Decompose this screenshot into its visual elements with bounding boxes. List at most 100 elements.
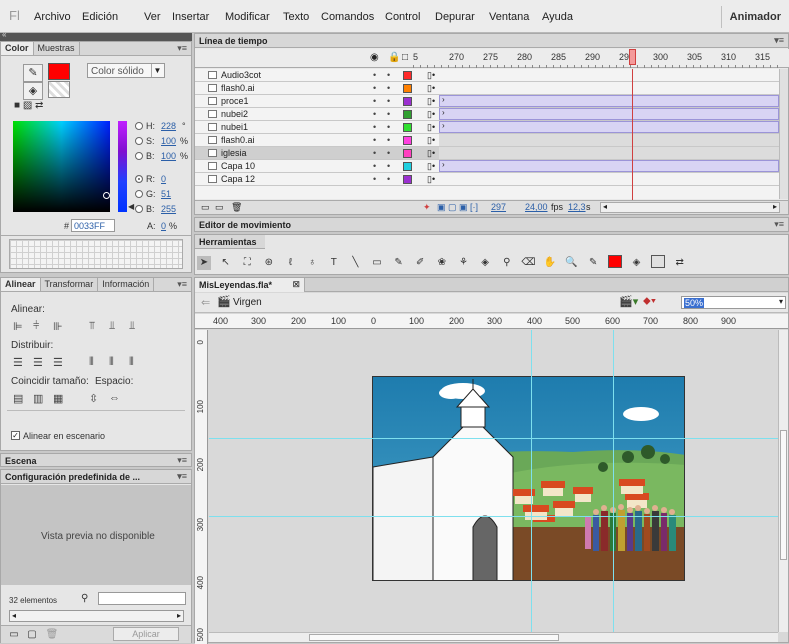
panel-menu-icon[interactable]: ▾≡ bbox=[177, 471, 187, 482]
panel-menu-icon[interactable]: ▾≡ bbox=[177, 43, 187, 54]
bone-tool-icon[interactable]: ⚘ bbox=[457, 256, 471, 270]
lock-dot[interactable]: • bbox=[387, 83, 390, 93]
3d-rotate-tool-icon[interactable]: ⊛ bbox=[262, 256, 276, 270]
brush-tool-icon[interactable]: ✐ bbox=[413, 256, 427, 270]
swap-default-icons[interactable]: ■ ▨ ⇄ bbox=[14, 100, 43, 111]
visibility-dot[interactable]: • bbox=[373, 174, 376, 184]
fill-bucket-icon[interactable]: ◈ bbox=[23, 82, 43, 100]
scroll-left-icon[interactable]: ◂ bbox=[603, 202, 607, 211]
guide-vertical[interactable] bbox=[613, 330, 614, 632]
layer-name[interactable]: Capa 12 bbox=[221, 174, 255, 184]
guide-horizontal[interactable] bbox=[209, 516, 778, 517]
layer-name[interactable]: iglesia bbox=[221, 148, 247, 158]
align-left-icon[interactable]: ⊫ bbox=[13, 320, 23, 333]
scene-name[interactable]: Virgen bbox=[233, 297, 262, 308]
frame-span[interactable] bbox=[439, 134, 779, 146]
hue-slider-handle[interactable]: ◀ bbox=[128, 202, 134, 211]
layer-name[interactable]: flash0.ai bbox=[221, 83, 255, 93]
layer-outline-color[interactable] bbox=[403, 123, 412, 132]
preset-hscrollbar[interactable]: ◂ ▸ bbox=[9, 610, 184, 622]
fill-type-select[interactable]: Color sólido ▼ bbox=[87, 63, 165, 78]
menu-archivo[interactable]: Archivo bbox=[34, 11, 71, 23]
stroke-color-swatch[interactable] bbox=[607, 255, 622, 269]
distribute-center-v-icon[interactable]: ☰ bbox=[33, 356, 43, 369]
lock-icon[interactable]: 🔒 bbox=[388, 52, 400, 63]
tab-alinear[interactable]: Alinear bbox=[1, 278, 41, 291]
tab-transformar[interactable]: Transformar bbox=[41, 278, 99, 291]
lock-dot[interactable]: • bbox=[387, 96, 390, 106]
visibility-dot[interactable]: • bbox=[373, 109, 376, 119]
align-top-icon[interactable]: ⫪ bbox=[89, 320, 95, 333]
new-folder-icon[interactable]: ▭ bbox=[7, 628, 21, 642]
menu-ayuda[interactable]: Ayuda bbox=[542, 11, 573, 23]
distribute-left-icon[interactable]: ⦀ bbox=[89, 356, 94, 369]
lock-dot[interactable]: • bbox=[387, 70, 390, 80]
timeline-layer-row[interactable]: proce1 • • ▯• › bbox=[195, 95, 779, 108]
hand-tool-icon[interactable]: ✋ bbox=[543, 256, 557, 270]
visibility-dot[interactable]: • bbox=[373, 122, 376, 132]
align-middle-icon[interactable]: ⫫ bbox=[109, 320, 115, 333]
panel-menu-icon[interactable]: ▾≡ bbox=[774, 219, 784, 230]
layer-name[interactable]: flash0.ai bbox=[221, 135, 255, 145]
paint-bucket-tool-icon[interactable]: ◈ bbox=[478, 256, 492, 270]
stroke-pencil-icon[interactable]: ✎ bbox=[586, 256, 600, 270]
scroll-thumb[interactable] bbox=[780, 430, 787, 560]
lock-dot[interactable]: • bbox=[387, 174, 390, 184]
outline-icon[interactable]: □ bbox=[402, 52, 408, 63]
layer-outline-color[interactable] bbox=[403, 149, 412, 158]
scroll-thumb[interactable] bbox=[309, 634, 559, 641]
space-horizontal-icon[interactable]: ⇔ bbox=[109, 392, 120, 404]
deco-tool-icon[interactable]: ❀ bbox=[435, 256, 449, 270]
radio-r[interactable] bbox=[135, 175, 143, 183]
keyframe-icon[interactable]: ▯• bbox=[427, 83, 435, 94]
transform-tool-icon[interactable]: ⛶ bbox=[240, 256, 254, 270]
fill-bucket-icon[interactable]: ◈ bbox=[630, 256, 644, 270]
layer-name[interactable]: proce1 bbox=[221, 96, 249, 106]
distribute-bottom-icon[interactable]: ☰ bbox=[53, 356, 63, 369]
alpha-value[interactable]: 0 bbox=[161, 221, 166, 231]
match-height-icon[interactable]: ▥ bbox=[33, 392, 43, 405]
spectrum-picker[interactable] bbox=[103, 192, 110, 199]
stroke-color-swatch[interactable] bbox=[48, 63, 70, 80]
layer-name[interactable]: nubei2 bbox=[221, 109, 248, 119]
layer-outline-color[interactable] bbox=[403, 175, 412, 184]
back-arrow-icon[interactable]: ⇐ bbox=[201, 296, 210, 309]
keyframe-icon[interactable]: ▯• bbox=[427, 148, 435, 159]
lock-dot[interactable]: • bbox=[387, 135, 390, 145]
layer-outline-color[interactable] bbox=[403, 136, 412, 145]
new-layer-icon[interactable]: ▭ bbox=[201, 202, 210, 213]
visibility-dot[interactable]: • bbox=[373, 96, 376, 106]
radio-h[interactable] bbox=[135, 122, 143, 130]
workspace-switcher[interactable]: Animador bbox=[730, 11, 781, 23]
preset-search-input[interactable] bbox=[98, 592, 186, 605]
timeline-layer-row[interactable]: Capa 10 • • ▯• › bbox=[195, 160, 779, 173]
layer-outline-color[interactable] bbox=[403, 162, 412, 171]
tab-informacion[interactable]: Información bbox=[98, 278, 155, 291]
g-value[interactable]: 51 bbox=[161, 189, 171, 199]
canvas-vscrollbar[interactable] bbox=[778, 330, 788, 632]
match-both-icon[interactable]: ▦ bbox=[53, 392, 63, 405]
tween-span[interactable]: › bbox=[439, 121, 779, 133]
layer-outline-color[interactable] bbox=[403, 71, 412, 80]
visibility-dot[interactable]: • bbox=[373, 70, 376, 80]
align-center-h-icon[interactable]: ⫩ bbox=[33, 320, 39, 333]
keyframe-icon[interactable]: ▯• bbox=[427, 70, 435, 81]
layer-outline-color[interactable] bbox=[403, 97, 412, 106]
menu-insertar[interactable]: Insertar bbox=[172, 11, 209, 23]
keyframe-icon[interactable]: ▯• bbox=[427, 174, 435, 185]
timeline-layer-row[interactable]: Capa 12 • • ▯• bbox=[195, 173, 779, 186]
align-bottom-icon[interactable]: ⫫ bbox=[129, 320, 135, 333]
r-value[interactable]: 0 bbox=[161, 174, 166, 184]
stage-artwork[interactable] bbox=[372, 376, 685, 581]
keyframe-icon[interactable]: ▯• bbox=[427, 122, 435, 133]
timeline-vscrollbar[interactable] bbox=[779, 69, 788, 199]
frame-span[interactable] bbox=[439, 147, 779, 159]
layer-outline-color[interactable] bbox=[403, 84, 412, 93]
vertical-ruler[interactable]: 0 100 200 300 400 500 bbox=[195, 330, 208, 644]
timeline-layer-row[interactable]: Audio3cot • • ▯• bbox=[195, 69, 779, 82]
panel-collapse-bar[interactable]: « bbox=[0, 30, 192, 41]
match-width-icon[interactable]: ▤ bbox=[13, 392, 23, 405]
color-swatch-grid[interactable] bbox=[9, 239, 183, 269]
rectangle-tool-icon[interactable]: ▭ bbox=[370, 256, 384, 270]
align-right-icon[interactable]: ⊪ bbox=[53, 320, 63, 333]
